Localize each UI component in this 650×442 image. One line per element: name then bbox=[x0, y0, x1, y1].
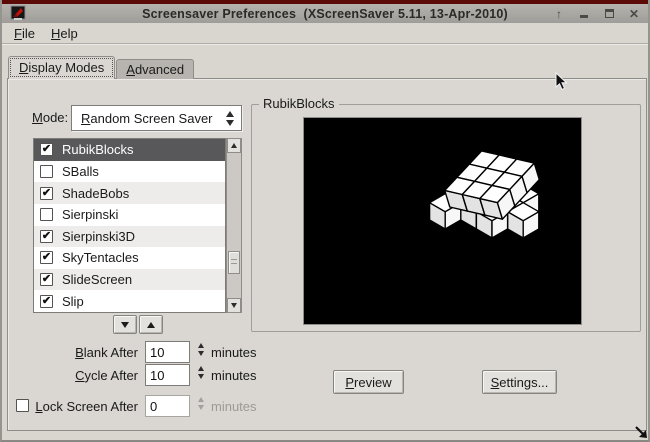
mode-dropdown[interactable]: Random Screen Saver bbox=[71, 105, 242, 131]
saver-name: ShadeBobs bbox=[62, 186, 129, 201]
move-down-button[interactable] bbox=[113, 315, 137, 334]
move-up-button[interactable] bbox=[139, 315, 163, 334]
saver-checkbox[interactable]: ✔ bbox=[40, 230, 53, 243]
dropdown-arrows-icon bbox=[226, 111, 234, 126]
screensaver-list[interactable]: ✔ RubikBlocks SBalls ✔ ShadeBobs Sierpinski ✔ S… bbox=[33, 138, 226, 313]
tab-display-modes[interactable]: Display Modes bbox=[8, 56, 115, 79]
saver-name: RubikBlocks bbox=[62, 142, 134, 157]
maximize-icon bbox=[605, 9, 614, 18]
minimize-button[interactable] bbox=[576, 6, 592, 22]
saver-checkbox[interactable]: ✔ bbox=[40, 143, 53, 156]
tab-bar: Display Modes Advanced bbox=[8, 57, 195, 79]
list-item[interactable]: ✔ SkyTentacles bbox=[34, 247, 225, 269]
saver-name: Sierpinski3D bbox=[62, 229, 135, 244]
display-modes-page: Mode: Random Screen Saver ✔ RubikBlocks SB… bbox=[7, 78, 647, 431]
saver-name: SlideScreen bbox=[62, 272, 132, 287]
list-item[interactable]: ✔ SlideScreen bbox=[34, 269, 225, 291]
saver-checkbox[interactable]: ✔ bbox=[40, 187, 53, 200]
lock-after-unit: minutes bbox=[211, 399, 257, 414]
list-scrollbar[interactable] bbox=[226, 138, 242, 313]
saver-name: SBalls bbox=[62, 164, 99, 179]
saver-checkbox[interactable] bbox=[40, 208, 53, 221]
tab-advanced[interactable]: Advanced bbox=[116, 59, 194, 79]
list-item[interactable]: ✔ RubikBlocks bbox=[34, 139, 225, 161]
saver-checkbox[interactable] bbox=[40, 165, 53, 178]
cycle-after-unit: minutes bbox=[211, 368, 257, 383]
saver-name: Slip bbox=[62, 294, 84, 309]
saver-preview-frame: RubikBlocks bbox=[251, 104, 641, 332]
titlebar[interactable]: Screensaver Preferences (XScreenSaver 5.… bbox=[2, 4, 648, 23]
list-item[interactable]: ✔ ShadeBobs bbox=[34, 182, 225, 204]
blank-after-unit: minutes bbox=[211, 345, 257, 360]
maximize-button[interactable] bbox=[601, 6, 617, 22]
down-arrow-icon bbox=[121, 322, 129, 328]
blank-after-spinner[interactable] bbox=[196, 342, 206, 360]
mode-label: Mode: bbox=[32, 110, 68, 125]
scroll-up-icon bbox=[231, 143, 237, 148]
up-arrow-icon bbox=[147, 322, 155, 328]
blank-after-input[interactable] bbox=[145, 341, 190, 363]
minimize-icon bbox=[580, 15, 588, 18]
saver-checkbox[interactable]: ✔ bbox=[40, 273, 53, 286]
scrollbar-thumb[interactable] bbox=[228, 251, 240, 274]
preview-button[interactable]: Preview bbox=[333, 370, 404, 394]
saver-name: SkyTentacles bbox=[62, 250, 139, 265]
saver-checkbox[interactable]: ✔ bbox=[40, 295, 53, 308]
rubikblocks-preview-graphic bbox=[304, 118, 581, 324]
list-item[interactable]: ✔ Slip bbox=[34, 290, 225, 312]
preview-screen bbox=[303, 117, 582, 325]
cycle-after-spinner[interactable] bbox=[196, 365, 206, 383]
saver-checkbox[interactable]: ✔ bbox=[40, 251, 53, 264]
menu-help[interactable]: Help bbox=[43, 24, 86, 43]
cycle-after-label: Cycle After bbox=[8, 368, 138, 383]
cycle-after-input[interactable] bbox=[145, 364, 190, 386]
lock-screen-label: Lock Screen After bbox=[8, 399, 138, 414]
list-item[interactable]: Sierpinski bbox=[34, 204, 225, 226]
blank-after-label: Blank After bbox=[8, 345, 138, 360]
mode-dropdown-value: Random Screen Saver bbox=[81, 111, 213, 126]
resize-grip-icon[interactable] bbox=[634, 425, 649, 440]
scroll-down-icon bbox=[231, 303, 237, 308]
saver-name: Sierpinski bbox=[62, 207, 118, 222]
scroll-up-button[interactable] bbox=[227, 138, 241, 153]
lock-after-spinner bbox=[196, 396, 206, 414]
xscreensaver-preferences-window: Screensaver Preferences (XScreenSaver 5.… bbox=[0, 0, 650, 442]
mouse-cursor-icon bbox=[555, 72, 568, 91]
scroll-down-button[interactable] bbox=[227, 298, 241, 313]
list-item[interactable]: ✔ Sierpinski3D bbox=[34, 226, 225, 248]
list-item[interactable]: SBalls bbox=[34, 161, 225, 183]
shade-button[interactable]: ↑ bbox=[551, 6, 567, 22]
menubar: File Help bbox=[2, 23, 648, 44]
lock-after-input[interactable] bbox=[145, 395, 190, 417]
menu-file[interactable]: File bbox=[6, 24, 43, 43]
close-button[interactable]: ✕ bbox=[626, 6, 642, 22]
settings-button[interactable]: Settings... bbox=[482, 370, 557, 394]
preview-frame-legend: RubikBlocks bbox=[259, 96, 339, 111]
